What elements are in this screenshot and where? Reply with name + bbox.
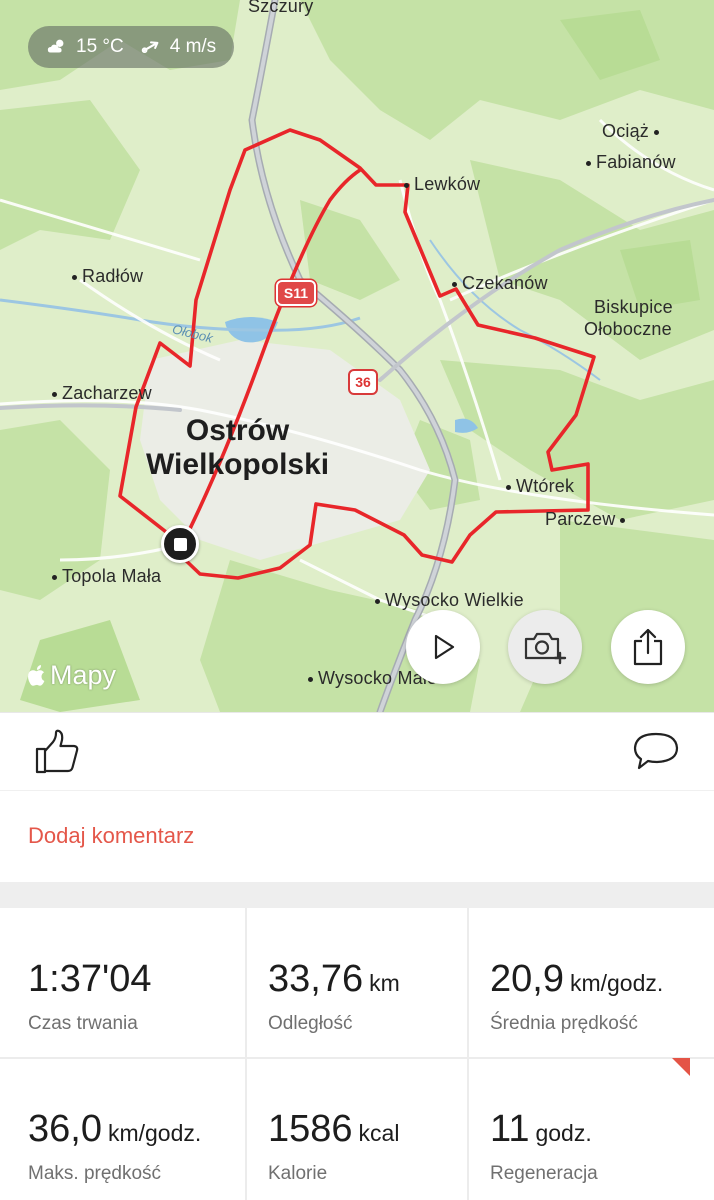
place-fabianow: Fabianów (586, 152, 676, 173)
apple-logo-icon (28, 664, 45, 686)
place-topola: Topola Mała (52, 566, 161, 587)
stat-duration: 1:37'04 Czas trwania (28, 958, 152, 1034)
stats-grid: 1:37'04 Czas trwania 33,76 km Odległość 2… (0, 908, 714, 1200)
stat-recovery[interactable]: 11 godz. Regeneracja (462, 1058, 714, 1200)
thumbs-up-icon[interactable] (34, 729, 80, 775)
section-divider (0, 882, 714, 908)
grid-divider (467, 908, 469, 1200)
play-icon (434, 634, 455, 660)
wind-arrow-icon (141, 41, 159, 54)
place-biskupice: Biskupice (594, 297, 673, 317)
place-czekanow: Czekanów (452, 273, 548, 294)
add-comment-link[interactable]: Dodaj komentarz (28, 823, 194, 849)
stat-avg-speed: 20,9 km/godz. Średnia prędkość (490, 958, 664, 1034)
place-radlow: Radłów (72, 266, 143, 287)
comment-bubble-icon[interactable] (632, 731, 680, 771)
road-shield-36: 36 (348, 369, 378, 395)
place-zacharzew: Zacharzew (52, 383, 152, 404)
cloud-sun-icon (47, 39, 64, 53)
share-icon (633, 628, 663, 666)
add-comment-row: Dodaj komentarz (0, 790, 714, 882)
route-map[interactable]: Ołobok Szczury Ociąż Fabianów Lewków Rad… (0, 0, 714, 712)
city-label: Ostrów Wielkopolski (146, 414, 330, 481)
recovery-indicator (672, 1058, 690, 1076)
add-photo-button[interactable] (508, 610, 582, 684)
place-ociaz: Ociąż (602, 121, 660, 142)
route-end-marker[interactable] (161, 525, 199, 563)
map-base (0, 0, 714, 712)
stat-distance: 33,76 km Odległość (268, 958, 400, 1034)
place-szczury: Szczury (248, 0, 314, 16)
wind-text: 4 m/s (169, 36, 217, 57)
place-wysocko-wielkie: Wysocko Wielkie (375, 590, 524, 611)
place-oloboczne: Ołoboczne (584, 319, 672, 339)
grid-divider (245, 908, 247, 1200)
stat-max-speed: 36,0 km/godz. Maks. prędkość (28, 1108, 202, 1184)
map-attribution[interactable]: Mapy (26, 660, 116, 691)
temperature-text: 15 °C (76, 36, 124, 57)
place-wtorek: Wtórek (506, 476, 574, 497)
social-bar (0, 712, 714, 790)
play-button[interactable] (406, 610, 480, 684)
share-button[interactable] (611, 610, 685, 684)
weather-badge: 15 °C 4 m/s (28, 26, 235, 68)
road-shield-s11: S11 (276, 280, 316, 306)
place-parczew: Parczew (545, 509, 626, 530)
grid-divider (0, 1057, 714, 1059)
camera-add-icon (524, 632, 567, 665)
stat-calories: 1586 kcal Kalorie (268, 1108, 400, 1184)
place-lewkow: Lewków (404, 174, 480, 195)
